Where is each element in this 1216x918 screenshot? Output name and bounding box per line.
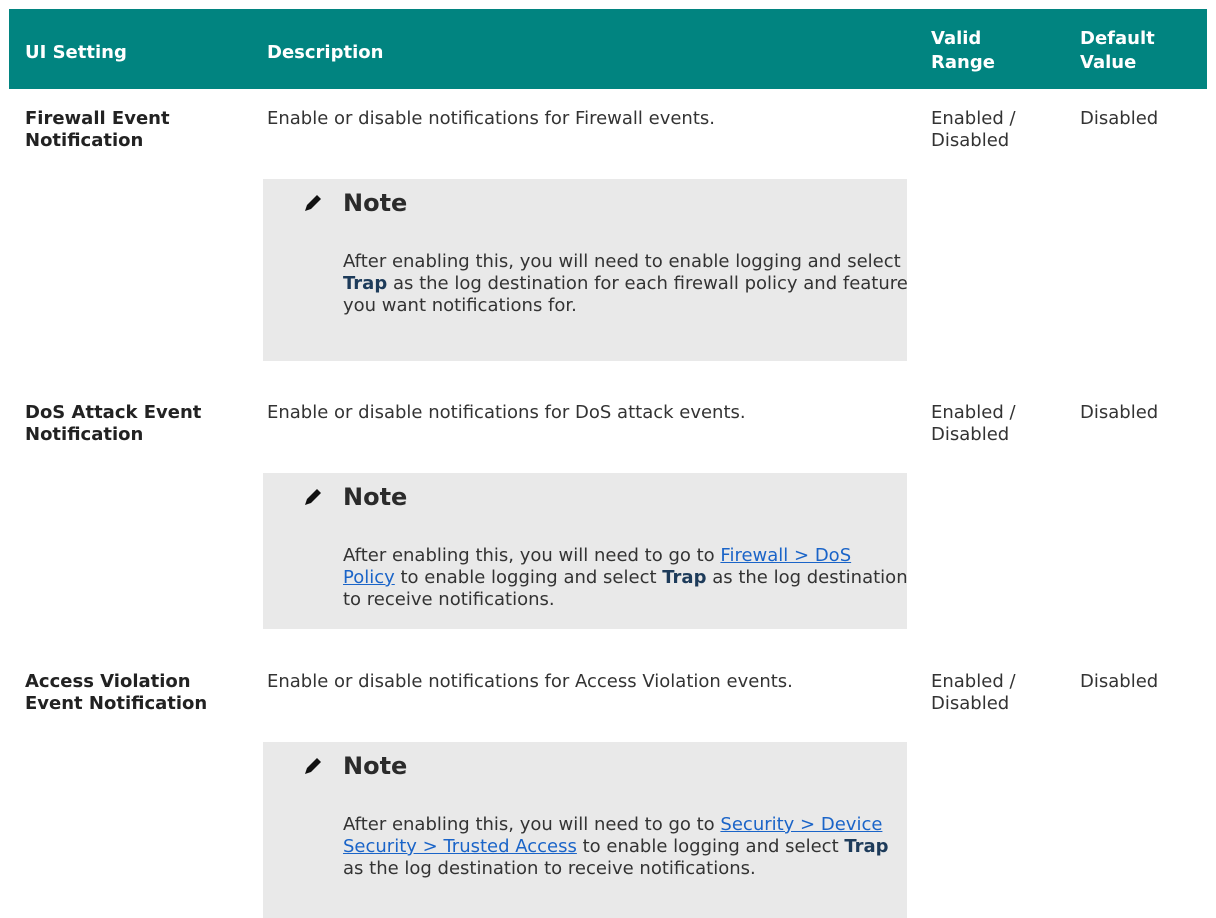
note-title: Note [343, 752, 408, 780]
note-text: After enabling this, you will need to en… [343, 251, 907, 316]
table-header: UI Setting Description Valid Range Defau… [9, 9, 1207, 89]
note-text: After enabling this, you will need to go… [343, 545, 907, 610]
trap-keyword: Trap [844, 836, 889, 857]
trap-keyword: Trap [662, 567, 707, 588]
setting-description: Enable or disable notifications for Fire… [267, 108, 715, 129]
note-box: Note After enabling this, you will need … [263, 742, 907, 918]
pencil-icon [305, 489, 321, 505]
valid-range: Enabled / Disabled [931, 108, 1016, 151]
note-box: Note After enabling this, you will need … [263, 473, 907, 629]
header-description: Description [267, 42, 384, 63]
note-text: After enabling this, you will need to go… [343, 814, 889, 879]
setting-name: Access Violation Event Notification [25, 671, 208, 714]
valid-range: Enabled / Disabled [931, 671, 1016, 714]
setting-name: Firewall Event Notification [25, 108, 170, 151]
trap-keyword: Trap [343, 273, 388, 294]
pencil-icon [305, 195, 321, 211]
default-value: Disabled [1080, 108, 1159, 129]
header-default-value: Default Value [1080, 28, 1155, 73]
pencil-icon [305, 758, 321, 774]
setting-description: Enable or disable notifications for DoS … [267, 402, 746, 423]
setting-description: Enable or disable notifications for Acce… [267, 671, 793, 692]
header-valid-range: Valid Range [931, 28, 995, 73]
note-title: Note [343, 189, 408, 217]
note-title: Note [343, 483, 408, 511]
note-box: Note After enabling this, you will need … [263, 179, 907, 361]
default-value: Disabled [1080, 402, 1159, 423]
header-ui-setting: UI Setting [25, 42, 127, 63]
setting-name: DoS Attack Event Notification [25, 402, 202, 445]
default-value: Disabled [1080, 671, 1159, 692]
valid-range: Enabled / Disabled [931, 402, 1016, 445]
